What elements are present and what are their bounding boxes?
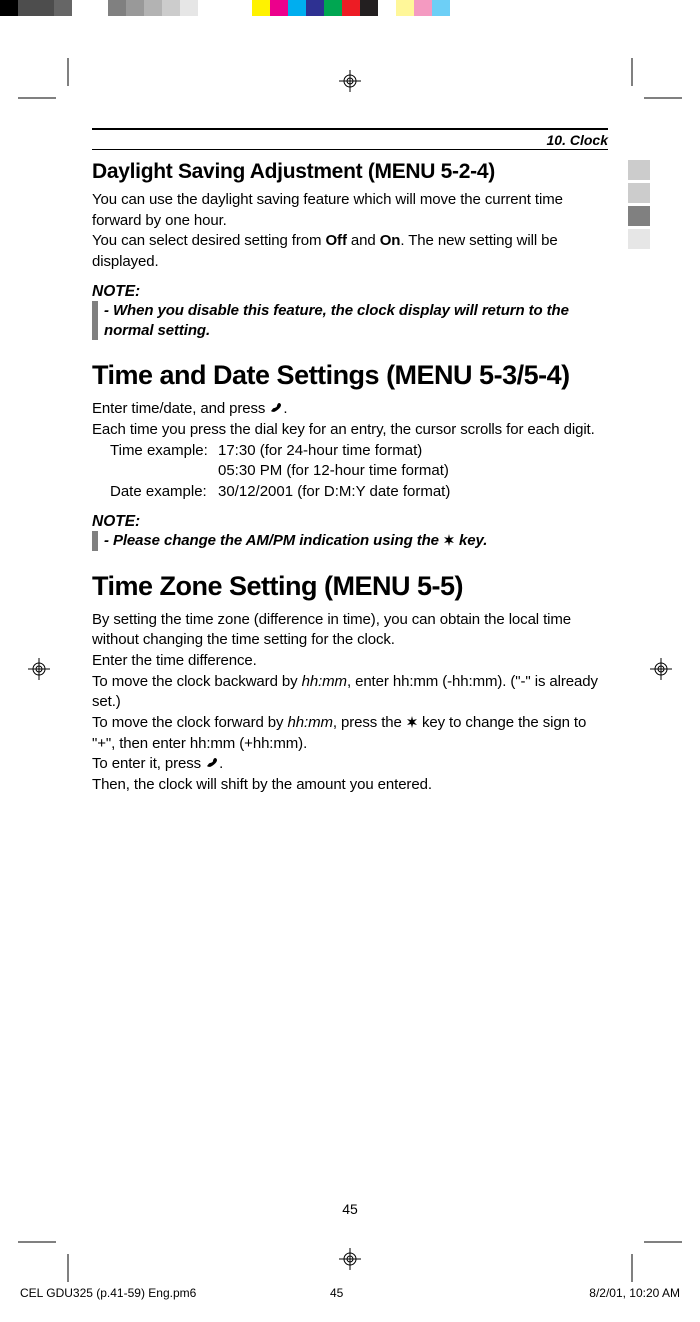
- color-calibration-bar: [0, 0, 700, 16]
- body-text: By setting the time zone (difference in …: [92, 610, 608, 651]
- crop-mark-icon: [622, 1222, 682, 1282]
- body-text: You can use the daylight saving feature …: [92, 190, 568, 231]
- note-label: NOTE:: [92, 513, 608, 531]
- star-key-icon: [406, 714, 418, 726]
- crop-mark-icon: [18, 1222, 78, 1282]
- crop-mark-icon: [18, 58, 78, 118]
- footer-timestamp: 8/2/01, 10:20 AM: [589, 1286, 680, 1300]
- call-key-icon: [269, 400, 283, 412]
- footer-page: 45: [330, 1286, 343, 1300]
- heading-daylight-saving: Daylight Saving Adjustment (MENU 5-2-4): [92, 160, 608, 184]
- note-block: - When you disable this feature, the clo…: [92, 301, 608, 341]
- note-label: NOTE:: [92, 283, 608, 301]
- star-key-icon: [443, 532, 455, 544]
- registration-mark-icon: [339, 1248, 361, 1270]
- body-text: To move the clock backward by hh:mm, ent…: [92, 672, 608, 713]
- chapter-label: 10. Clock: [547, 132, 608, 148]
- call-key-icon: [205, 755, 219, 767]
- body-text: Each time you press the dial key for an …: [92, 420, 608, 441]
- thumb-index-tabs: [628, 160, 650, 252]
- body-text: To enter it, press .: [92, 754, 608, 775]
- crop-mark-icon: [622, 58, 682, 118]
- footer-filename: CEL GDU325 (p.41-59) Eng.pm6: [20, 1286, 196, 1300]
- registration-mark-icon: [28, 658, 50, 680]
- example-block: Time example:17:30 (for 24-hour time for…: [92, 441, 608, 503]
- heading-time-date: Time and Date Settings (MENU 5-3/5-4): [92, 360, 608, 391]
- body-text: Then, the clock will shift by the amount…: [92, 775, 608, 796]
- registration-mark-icon: [339, 70, 361, 92]
- body-text: Enter the time difference.: [92, 651, 608, 672]
- registration-mark-icon: [650, 658, 672, 680]
- heading-time-zone: Time Zone Setting (MENU 5-5): [92, 571, 608, 602]
- body-text: Enter time/date, and press .: [92, 399, 608, 420]
- page-number: 45: [92, 1201, 608, 1217]
- print-footer: CEL GDU325 (p.41-59) Eng.pm6 45 8/2/01, …: [20, 1286, 680, 1300]
- body-text: To move the clock forward by hh:mm, pres…: [92, 713, 608, 754]
- chapter-header: 10. Clock: [92, 128, 608, 150]
- note-block: - Please change the AM/PM indication usi…: [92, 531, 608, 551]
- body-text: You can select desired setting from Off …: [92, 231, 568, 272]
